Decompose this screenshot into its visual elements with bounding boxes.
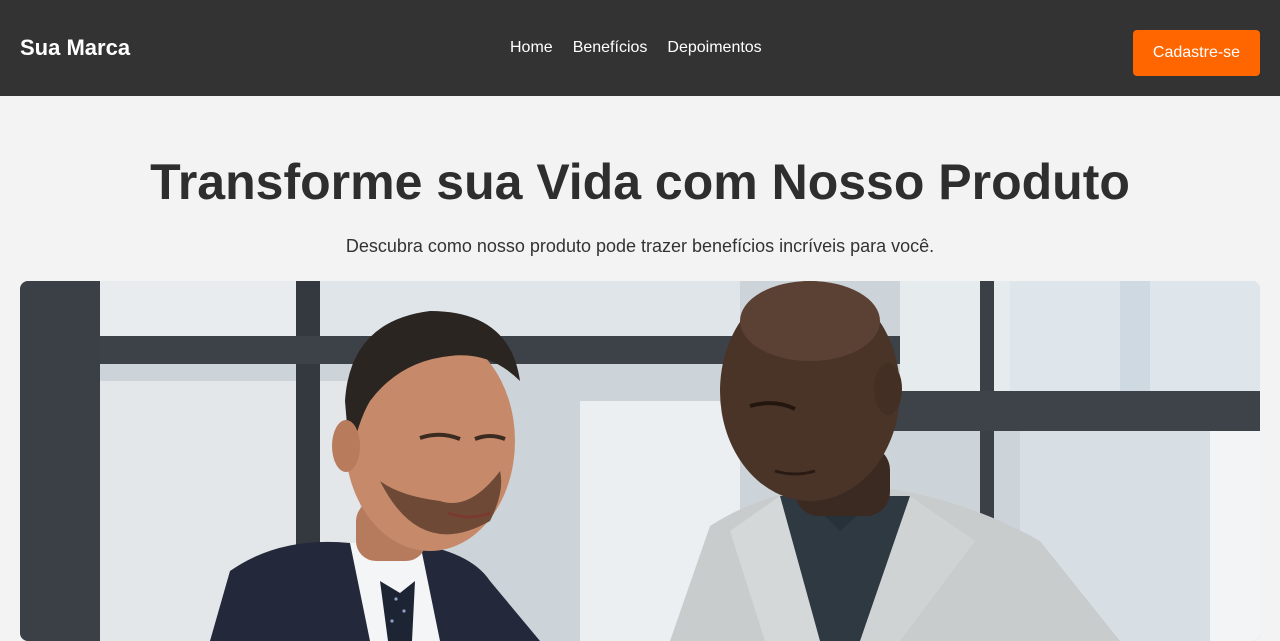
signup-button[interactable]: Cadastre-se xyxy=(1133,30,1260,76)
hero-image xyxy=(20,281,1260,641)
nav-depoimentos-link[interactable]: Depoimentos xyxy=(667,38,761,58)
site-header: Sua Marca Home Benefícios Depoimentos Ca… xyxy=(0,0,1280,96)
main-nav: Home Benefícios Depoimentos xyxy=(510,38,762,58)
hero-title: Transforme sua Vida com Nosso Produto xyxy=(150,154,1130,210)
hero-photo-illustration xyxy=(20,281,1260,641)
nav-beneficios-link[interactable]: Benefícios xyxy=(573,38,648,58)
brand-logo[interactable]: Sua Marca xyxy=(20,34,130,62)
nav-home-link[interactable]: Home xyxy=(510,38,553,58)
hero-subtitle: Descubra como nosso produto pode trazer … xyxy=(345,236,935,256)
